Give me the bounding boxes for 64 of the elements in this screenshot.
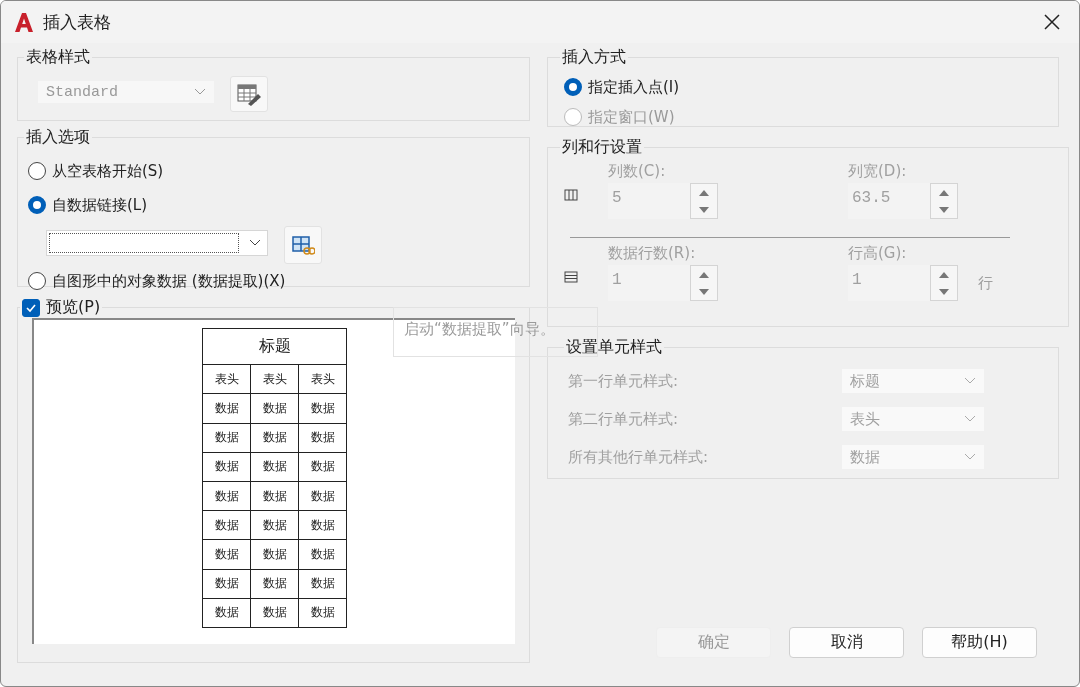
- group-title: 插入方式: [561, 47, 627, 68]
- data-link-dropdown[interactable]: [46, 230, 268, 256]
- table-cell: 数据: [202, 393, 251, 424]
- table-cell: 表头: [250, 364, 299, 394]
- table-cell: 数据: [202, 510, 251, 540]
- table-cell: 数据: [202, 452, 251, 482]
- field-label: 所有其他行单元样式:: [568, 447, 710, 467]
- table-cell: 数据: [298, 569, 347, 599]
- table-cell: 数据: [250, 598, 299, 628]
- radio-option[interactable]: 自数据链接(L): [28, 188, 519, 222]
- close-icon[interactable]: [1043, 13, 1061, 31]
- table-cell: 数据: [298, 539, 347, 570]
- table-cell: 数据: [298, 423, 347, 453]
- table-cell: 数据: [202, 539, 251, 570]
- logo-icon: [13, 11, 35, 33]
- table-cell: 数据: [298, 452, 347, 482]
- chevron-icon: [964, 415, 976, 423]
- dialog-button[interactable]: 取消: [789, 627, 904, 658]
- dialog-button[interactable]: 帮助(H): [922, 627, 1037, 658]
- field-label: 第一行单元样式:: [568, 371, 680, 391]
- table-link-icon: [291, 235, 315, 255]
- columns-icon: [564, 189, 578, 201]
- field-label: 数据行数(R):: [608, 244, 697, 263]
- table-style-button[interactable]: [230, 76, 268, 112]
- chevron-icon: [194, 88, 206, 96]
- table-cell: 数据: [298, 598, 347, 628]
- field-label: 行高(G):: [848, 244, 908, 263]
- checkbox-label: 预览(P): [46, 297, 101, 318]
- group-title: 表格样式: [25, 47, 91, 68]
- table-cell: 数据: [202, 598, 251, 628]
- field-label: 第二行单元样式:: [568, 409, 680, 429]
- table-cell: 数据: [250, 423, 299, 453]
- table-cell: 数据: [250, 452, 299, 482]
- table-cell: 数据: [202, 481, 251, 511]
- rows-icon: [564, 271, 578, 283]
- chevron-icon: [964, 377, 976, 385]
- group-title: 插入选项: [25, 127, 91, 148]
- table-cell: 数据: [202, 569, 251, 599]
- table-cell: 数据: [250, 539, 299, 570]
- radio-option[interactable]: 从空表格开始(S): [28, 154, 519, 188]
- table-cell: 数据: [298, 481, 347, 511]
- table-pencil-icon: [236, 82, 262, 106]
- table-cell: 数据: [250, 569, 299, 599]
- group-title: 设置单元样式: [565, 337, 663, 358]
- table-cell: 表头: [298, 364, 347, 394]
- table-cell: 数据: [202, 423, 251, 453]
- table-cell: 数据: [250, 481, 299, 511]
- radio-option[interactable]: 指定插入点(I): [564, 72, 1048, 102]
- data-link-button[interactable]: [284, 226, 322, 264]
- radio-option[interactable]: 自图形中的对象数据 (数据提取)(X): [28, 264, 519, 298]
- table-cell: 数据: [250, 393, 299, 424]
- window-title: 插入表格: [43, 10, 112, 34]
- table-cell: 数据: [298, 393, 347, 424]
- field-label: 列宽(D):: [848, 162, 908, 181]
- preview-checkbox[interactable]: [22, 298, 40, 317]
- field-label: 列数(C):: [608, 162, 667, 181]
- table-cell: 数据: [250, 510, 299, 540]
- chevron-icon: [964, 453, 976, 461]
- unit-label: 行: [978, 274, 993, 293]
- group-title: 列和行设置: [561, 137, 643, 158]
- table-cell: 数据: [298, 510, 347, 540]
- table-cell: 标题: [202, 328, 347, 365]
- table-cell: 表头: [202, 364, 251, 394]
- chevron-icon: [249, 239, 261, 247]
